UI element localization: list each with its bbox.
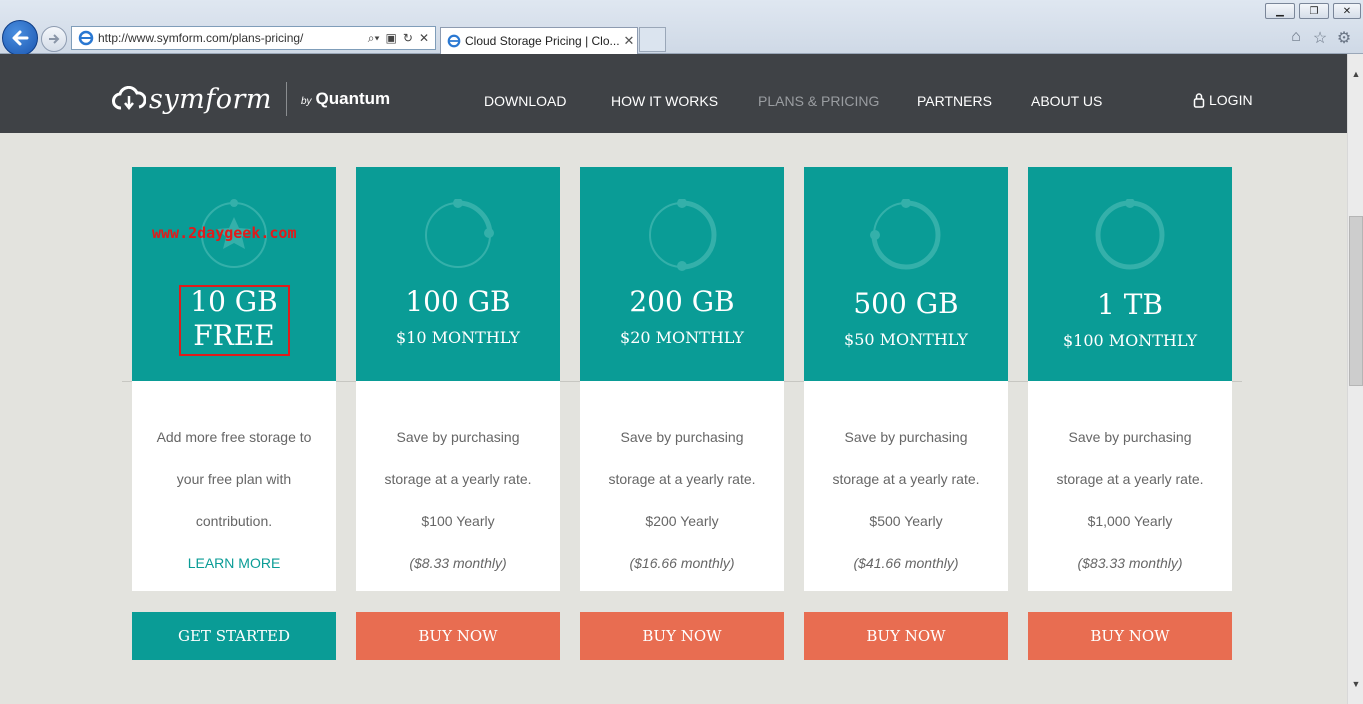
plan-body: Add more free storage to your free plan …	[132, 381, 336, 591]
close-window-button[interactable]: ✕	[1333, 3, 1361, 19]
plan-header: 200 GB $20 MONTHLY	[580, 167, 784, 381]
buy-now-200gb-button[interactable]: BUY NOW	[580, 612, 784, 660]
symform-logo[interactable]: symform by Quantum	[112, 82, 390, 116]
arrow-left-icon	[12, 30, 29, 46]
logo-quantum: Quantum	[315, 89, 391, 108]
plan-card-1tb: 1 TB $100 MONTHLY Save by purchasing sto…	[1028, 167, 1232, 591]
plan-body: Save by purchasing storage at a yearly r…	[804, 381, 1008, 591]
page-scrollbar[interactable]: ▲ ▼	[1347, 54, 1363, 704]
scroll-down-arrow-icon[interactable]: ▼	[1348, 676, 1363, 692]
watermark-text: www.2daygeek.com	[152, 224, 297, 242]
nav-about-us[interactable]: ABOUT US	[1031, 93, 1102, 109]
plan-header: 500 GB $50 MONTHLY	[804, 167, 1008, 381]
site-header: symform by Quantum DOWNLOAD HOW IT WORKS…	[0, 54, 1347, 133]
plan-size: 100 GB	[405, 285, 511, 318]
plan-desc-line: storage at a yearly rate.	[384, 471, 532, 487]
nav-download[interactable]: DOWNLOAD	[484, 93, 566, 109]
plan-body: Save by purchasing storage at a yearly r…	[356, 381, 560, 591]
plan-yearly-price: $100 Yearly	[421, 513, 495, 529]
buy-now-500gb-button[interactable]: BUY NOW	[804, 612, 1008, 660]
plan-desc-line: storage at a yearly rate.	[832, 471, 980, 487]
plan-size: 500 GB	[853, 287, 959, 320]
compat-view-icon[interactable]: ▣	[386, 31, 397, 46]
plan-price: $20 MONTHLY	[620, 328, 744, 347]
new-tab-button[interactable]	[639, 27, 666, 52]
login-link[interactable]: LOGIN	[1193, 92, 1253, 108]
progress-ring-icon	[870, 199, 941, 270]
plan-header: 100 GB $10 MONTHLY	[356, 167, 560, 381]
restore-button[interactable]: ❐	[1299, 3, 1329, 19]
plan-card-200gb: 200 GB $20 MONTHLY Save by purchasing st…	[580, 167, 784, 591]
back-button[interactable]	[2, 20, 38, 56]
logo-by: by	[300, 95, 312, 107]
tab-title: Cloud Storage Pricing | Clo...	[465, 34, 620, 48]
plan-size: 1 TB	[1097, 288, 1163, 321]
plan-size: 200 GB	[629, 285, 735, 318]
plan-header: 1 TB $100 MONTHLY	[1028, 167, 1232, 381]
plan-monthly-equivalent: ($83.33 monthly)	[1077, 555, 1183, 571]
logo-divider	[285, 82, 287, 116]
gear-icon[interactable]: ⚙	[1335, 28, 1353, 48]
star-icon[interactable]: ☆	[1311, 28, 1329, 48]
plan-card-100gb: 100 GB $10 MONTHLY Save by purchasing st…	[356, 167, 560, 591]
plan-body: Save by purchasing storage at a yearly r…	[580, 381, 784, 591]
cloud-logo-icon	[112, 86, 146, 111]
plan-card-500gb: 500 GB $50 MONTHLY Save by purchasing st…	[804, 167, 1008, 591]
buy-now-1tb-button[interactable]: BUY NOW	[1028, 612, 1232, 660]
scroll-up-arrow-icon[interactable]: ▲	[1348, 66, 1363, 82]
plan-desc-line: Save by purchasing	[620, 429, 744, 445]
logo-wordmark: symform	[149, 83, 272, 115]
plan-yearly-price: $200 Yearly	[645, 513, 719, 529]
progress-ring-icon	[425, 199, 494, 268]
browser-toolbar: http://www.symform.com/plans-pricing/ ⌕▾…	[0, 0, 1363, 56]
scroll-thumb[interactable]	[1349, 216, 1363, 386]
plan-desc-line: Save by purchasing	[844, 429, 968, 445]
minimize-button[interactable]: ▁	[1265, 3, 1295, 19]
plan-desc-line: storage at a yearly rate.	[608, 471, 756, 487]
plan-desc-line: Save by purchasing	[396, 429, 520, 445]
arrow-right-icon	[49, 34, 60, 44]
progress-ring-icon	[1095, 199, 1165, 270]
plan-desc-line: your free plan with	[176, 471, 292, 487]
home-icon[interactable]: ⌂	[1287, 28, 1305, 48]
lock-icon	[1193, 93, 1205, 108]
plan-price: $10 MONTHLY	[396, 328, 520, 347]
forward-button[interactable]	[41, 26, 67, 52]
nav-partners[interactable]: PARTNERS	[917, 93, 992, 109]
search-icon[interactable]: ⌕▾	[368, 31, 380, 46]
tab-close-icon[interactable]: ✕	[621, 33, 637, 49]
plan-price: $50 MONTHLY	[844, 330, 968, 349]
plan-body: Save by purchasing storage at a yearly r…	[1028, 381, 1232, 591]
highlight-box	[179, 285, 290, 356]
plan-monthly-equivalent: ($8.33 monthly)	[409, 555, 507, 571]
ie-tab-icon	[447, 34, 461, 48]
buy-now-100gb-button[interactable]: BUY NOW	[356, 612, 560, 660]
refresh-icon[interactable]: ↻	[403, 31, 413, 46]
get-started-button[interactable]: GET STARTED	[132, 612, 336, 660]
plan-desc-line: storage at a yearly rate.	[1056, 471, 1204, 487]
learn-more-link[interactable]: LEARN MORE	[132, 542, 336, 584]
nav-how-it-works[interactable]: HOW IT WORKS	[611, 93, 718, 109]
plan-monthly-equivalent: ($41.66 monthly)	[853, 555, 959, 571]
plan-monthly-equivalent: ($16.66 monthly)	[629, 555, 735, 571]
progress-ring-icon	[649, 199, 717, 271]
plan-desc-line: Save by purchasing	[1068, 429, 1192, 445]
plan-yearly-price: $1,000 Yearly	[1087, 513, 1173, 529]
login-label: LOGIN	[1209, 92, 1253, 108]
plan-desc-line: Add more free storage to	[156, 429, 312, 445]
url-text[interactable]: http://www.symform.com/plans-pricing/	[98, 31, 368, 45]
stop-icon[interactable]: ✕	[419, 31, 429, 46]
plan-desc-line: contribution.	[195, 513, 273, 529]
nav-plans-pricing[interactable]: PLANS & PRICING	[758, 93, 879, 109]
plan-price: $100 MONTHLY	[1062, 331, 1198, 350]
ie-icon	[78, 30, 94, 46]
plan-yearly-price: $500 Yearly	[869, 513, 943, 529]
address-bar[interactable]: http://www.symform.com/plans-pricing/ ⌕▾…	[71, 26, 436, 50]
browser-tab[interactable]: Cloud Storage Pricing | Clo... ✕	[440, 27, 638, 54]
